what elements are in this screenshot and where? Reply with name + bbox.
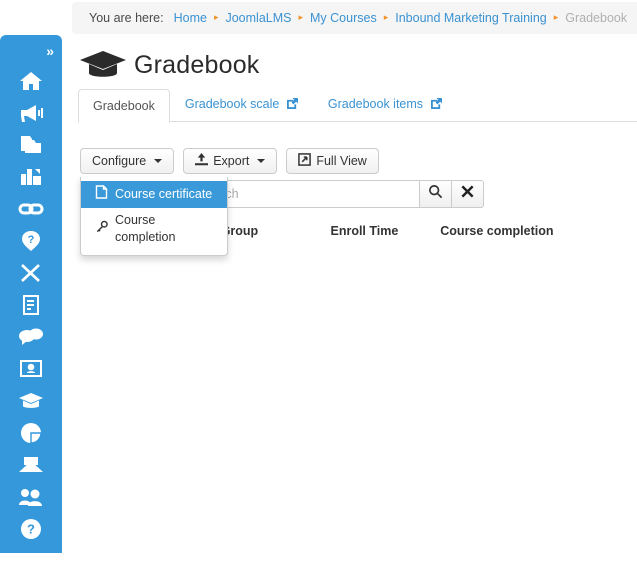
certificate-page-icon (95, 185, 108, 204)
sidebar-item-conference[interactable] (0, 353, 62, 385)
sidebar-item-links[interactable] (0, 193, 62, 225)
sidebar: » ? ? (0, 35, 62, 553)
graduation-cap-icon (18, 391, 44, 411)
column-header-enroll-time[interactable]: Enroll Time (330, 224, 440, 238)
full-view-button-label: Full View (316, 154, 367, 168)
page-root: You are here: Home ▸ JoomlaLMS ▸ My Cour… (0, 0, 637, 562)
export-button[interactable]: Export (183, 148, 278, 174)
sidebar-item-gradebook[interactable] (0, 385, 62, 417)
upload-icon (195, 153, 209, 169)
breadcrumb-separator-icon: ▸ (553, 11, 559, 22)
breadcrumb: You are here: Home ▸ JoomlaLMS ▸ My Cour… (72, 2, 637, 34)
link-icon (18, 199, 44, 219)
tab-gradebook-items[interactable]: Gradebook items (313, 87, 457, 122)
breadcrumb-label: You are here: (89, 11, 164, 25)
menu-item-course-certificate-label: Course certificate (115, 187, 213, 201)
question-marker-icon: ? (20, 230, 42, 252)
tab-gradebook-label: Gradebook (93, 99, 155, 113)
search-clear-button[interactable] (452, 180, 484, 208)
breadcrumb-item-my-courses[interactable]: My Courses (310, 11, 377, 25)
sidebar-item-assignments[interactable] (0, 289, 62, 321)
breadcrumb-item-gradebook: Gradebook (565, 11, 628, 25)
sidebar-item-announcements[interactable] (0, 97, 62, 129)
breadcrumb-separator-icon: ▸ (213, 11, 219, 22)
breadcrumb-item-inbound-marketing-training[interactable]: Inbound Marketing Training (395, 11, 546, 25)
key-icon (95, 220, 108, 239)
tab-gradebook-scale[interactable]: Gradebook scale (170, 87, 313, 122)
chevron-down-icon (257, 159, 266, 163)
sidebar-item-statistics[interactable] (0, 417, 62, 449)
breadcrumb-item-joomlalms[interactable]: JoomlaLMS (225, 11, 291, 25)
full-view-button[interactable]: Full View (286, 148, 379, 174)
sidebar-item-faq[interactable]: ? (0, 225, 62, 257)
graduation-cap-icon (78, 47, 128, 83)
megaphone-icon (18, 103, 44, 123)
tools-icon (19, 262, 43, 284)
breadcrumb-item-home[interactable]: Home (174, 11, 207, 25)
tab-gradebook[interactable]: Gradebook (78, 89, 170, 123)
expand-view-icon (298, 153, 312, 169)
sidebar-expand-toggle[interactable]: » (0, 37, 62, 65)
document-icon (21, 294, 41, 316)
external-link-icon (286, 97, 298, 113)
folder-icon (19, 134, 43, 156)
svg-text:?: ? (27, 522, 35, 537)
sidebar-item-messages[interactable] (0, 449, 62, 481)
tab-gradebook-items-label: Gradebook items (327, 97, 424, 111)
chat-icon (18, 327, 44, 348)
tab-gradebook-scale-label: Gradebook scale (184, 97, 280, 111)
sidebar-item-tools[interactable] (0, 257, 62, 289)
envelope-icon (18, 455, 44, 475)
sidebar-item-documents[interactable] (0, 129, 62, 161)
column-header-course-completion[interactable]: Course completion (440, 224, 580, 238)
magnifier-icon (428, 184, 443, 204)
configure-button-label: Configure (92, 154, 147, 168)
breadcrumb-separator-icon: ▸ (298, 11, 304, 22)
external-link-icon (430, 97, 442, 113)
configure-button[interactable]: Configure (80, 148, 175, 174)
pie-chart-icon (20, 422, 42, 444)
breadcrumb-separator-icon: ▸ (383, 11, 389, 22)
menu-item-course-completion[interactable]: Course completion (81, 208, 227, 250)
home-icon (19, 70, 43, 92)
column-header-group[interactable]: Group (221, 224, 331, 238)
search-submit-button[interactable] (420, 180, 452, 208)
export-button-label: Export (213, 154, 250, 168)
search-bar (190, 180, 484, 208)
page-title: Gradebook (134, 50, 260, 79)
sidebar-item-reports[interactable] (0, 161, 62, 193)
toolbar: Configure Export Full View (80, 148, 379, 174)
sidebar-item-help[interactable]: ? (0, 513, 62, 545)
monitor-user-icon (19, 359, 43, 380)
users-icon (18, 487, 44, 507)
sidebar-item-home[interactable] (0, 65, 62, 97)
chevron-down-icon (154, 159, 163, 163)
help-circle-icon: ? (20, 518, 42, 540)
close-x-icon (460, 184, 475, 204)
sidebar-item-users[interactable] (0, 481, 62, 513)
sidebar-item-forum[interactable] (0, 321, 62, 353)
menu-item-course-certificate[interactable]: Course certificate (81, 181, 227, 208)
bar-chart-icon (19, 166, 43, 188)
tabs-bar: Gradebook Gradebook scale Gradebook item… (78, 87, 637, 123)
configure-dropdown-menu: Course certificate Course completion (80, 177, 228, 256)
menu-item-course-completion-label: Course completion (115, 213, 176, 244)
svg-text:?: ? (28, 234, 35, 246)
page-title-row: Gradebook (78, 44, 260, 86)
